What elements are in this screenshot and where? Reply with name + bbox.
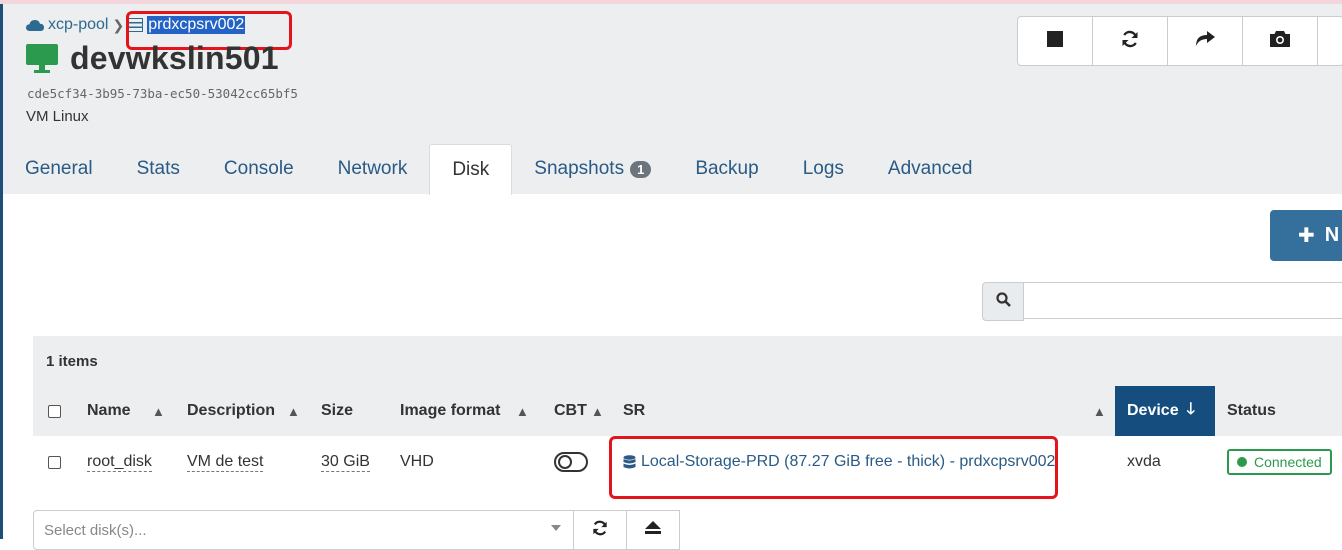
tab-console[interactable]: Console [202,144,316,194]
sort-icon: ▲ [516,403,529,419]
new-disk-label: N [1324,224,1340,246]
column-size[interactable]: Size [321,386,353,436]
breadcrumb-pool-link[interactable]: xcp-pool [48,16,108,34]
tab-snapshots-label: Snapshots [534,158,625,179]
restart-button[interactable] [1093,17,1168,65]
refresh-icon [1121,30,1139,53]
highlight-box-sr [609,436,1058,499]
column-description[interactable]: Description [187,386,275,436]
cbt-toggle[interactable] [554,436,588,488]
select-disks-dropdown[interactable]: Select disk(s)... [33,510,574,550]
tab-general[interactable]: General [3,144,115,194]
stop-icon [1047,30,1063,52]
vm-uuid: cde5cf34-3b95-73ba-ec50-53042cc65bf5 [27,86,298,101]
tab-backup[interactable]: Backup [673,144,780,194]
vm-name[interactable]: devwkslin501 [70,40,279,77]
share-icon [1195,30,1215,52]
search-button[interactable] [982,282,1024,321]
column-sr[interactable]: SR [623,386,645,436]
items-count: 1 items [33,336,1342,386]
tab-snapshots[interactable]: Snapshots 1 [512,144,673,194]
disk-device: xvda [1127,453,1161,470]
arrow-down-icon: 🡓 [1186,400,1195,418]
chevron-right-icon: ❯ [112,16,125,33]
refresh-button[interactable] [574,510,627,550]
column-image-format[interactable]: Image format [400,386,500,436]
column-device[interactable]: Device 🡓 [1115,386,1215,436]
sort-icon: ▲ [591,403,604,419]
status-badge: Connected [1227,436,1332,488]
snapshot-button[interactable] [1243,17,1318,65]
column-cbt[interactable]: CBT [554,386,587,436]
more-actions-button[interactable] [1318,17,1342,65]
tab-stats[interactable]: Stats [115,144,202,194]
sort-icon: ▲ [152,403,165,419]
disk-name[interactable]: root_disk [87,436,152,488]
sort-icon: ▲ [287,403,300,419]
tab-disk[interactable]: Disk [429,144,513,195]
eject-button[interactable] [627,510,680,550]
snapshots-count-badge: 1 [630,160,652,178]
camera-icon [1270,30,1290,52]
eject-icon [645,520,661,540]
search-input[interactable] [1024,282,1342,319]
disk-search [982,282,1342,321]
vm-tabs: General Stats Console Network Disk Snaps… [3,144,995,195]
disk-description[interactable]: VM de test [187,436,264,488]
row-checkbox[interactable] [48,436,61,488]
migrate-button[interactable] [1168,17,1243,65]
vm-title: devwkslin501 [26,40,279,77]
monitor-icon [26,43,58,74]
vm-action-toolbar [1017,16,1342,66]
new-disk-button[interactable]: ✚ N [1270,210,1342,261]
caret-down-icon [551,525,561,531]
refresh-icon [592,520,608,541]
disk-attach-bar: Select disk(s)... [33,510,680,550]
stop-button[interactable] [1018,17,1093,65]
cloud-icon [26,19,44,32]
status-dot-icon [1237,457,1247,467]
disk-format: VHD [400,453,434,470]
table-header: Name ▲ Description ▲ Size Image format ▲… [33,386,1342,436]
column-status[interactable]: Status [1227,386,1276,436]
tab-network[interactable]: Network [316,144,430,194]
tab-logs[interactable]: Logs [781,144,866,194]
plus-icon: ✚ [1298,225,1315,247]
search-icon [995,291,1011,312]
sort-icon: ▲ [1093,403,1106,419]
vm-os-type: VM Linux [26,108,89,125]
tab-advanced[interactable]: Advanced [866,144,995,194]
select-all-checkbox[interactable] [48,386,61,436]
disk-size[interactable]: 30 GiB [321,436,370,488]
